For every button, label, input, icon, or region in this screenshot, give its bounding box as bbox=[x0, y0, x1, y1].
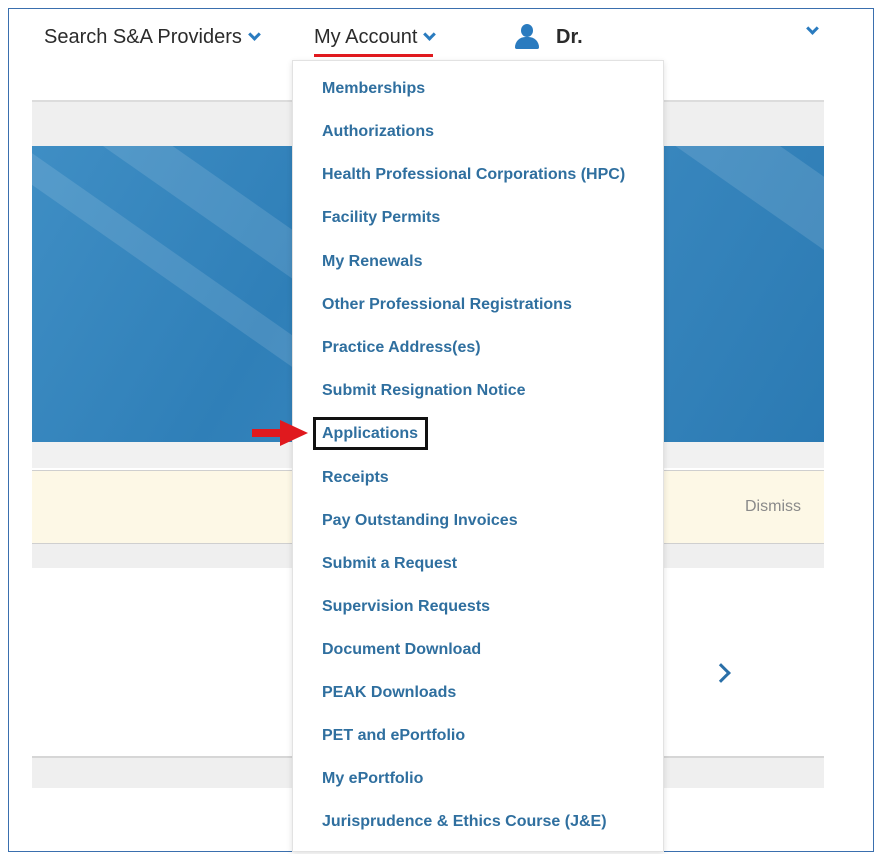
dismiss-link[interactable]: Dismiss bbox=[745, 498, 801, 516]
nav-user-name[interactable]: Dr. bbox=[556, 26, 583, 49]
menu-item-pay-invoices[interactable]: Pay Outstanding Invoices bbox=[322, 512, 518, 530]
menu-item-receipts[interactable]: Receipts bbox=[322, 469, 389, 487]
menu-item-supervision-requests[interactable]: Supervision Requests bbox=[322, 598, 490, 616]
menu-item-submit-request[interactable]: Submit a Request bbox=[322, 555, 457, 573]
menu-item-other-registrations[interactable]: Other Professional Registrations bbox=[322, 296, 572, 314]
menu-item-resignation-notice[interactable]: Submit Resignation Notice bbox=[322, 382, 526, 400]
menu-item-document-download[interactable]: Document Download bbox=[322, 641, 481, 659]
menu-item-pet-eportfolio[interactable]: PET and ePortfolio bbox=[322, 727, 465, 745]
menu-item-authorizations[interactable]: Authorizations bbox=[322, 123, 434, 141]
nav-search-providers[interactable]: Search S&A Providers bbox=[44, 26, 261, 49]
user-name-label: Dr. bbox=[556, 26, 583, 48]
applications-highlight-box bbox=[313, 417, 428, 450]
menu-item-hpc[interactable]: Health Professional Corporations (HPC) bbox=[322, 166, 625, 184]
active-nav-underline bbox=[314, 54, 433, 57]
user-icon[interactable] bbox=[514, 24, 540, 50]
menu-item-jurisprudence-ethics[interactable]: Jurisprudence & Ethics Course (J&E) bbox=[322, 813, 607, 831]
nav-my-account[interactable]: My Account bbox=[314, 26, 437, 49]
chevron-down-icon bbox=[423, 28, 437, 41]
chevron-down-icon bbox=[248, 28, 261, 41]
menu-item-my-eportfolio[interactable]: My ePortfolio bbox=[322, 770, 423, 788]
nav-search-providers-label: Search S&A Providers bbox=[44, 26, 242, 48]
menu-item-memberships[interactable]: Memberships bbox=[322, 80, 425, 98]
menu-item-facility-permits[interactable]: Facility Permits bbox=[322, 209, 440, 227]
red-arrow-annotation bbox=[252, 420, 308, 446]
menu-item-my-renewals[interactable]: My Renewals bbox=[322, 253, 422, 271]
nav-my-account-label: My Account bbox=[314, 26, 418, 48]
menu-item-practice-addresses[interactable]: Practice Address(es) bbox=[322, 339, 481, 357]
my-account-dropdown-menu: Memberships Authorizations Health Profes… bbox=[292, 60, 664, 852]
menu-item-peak-downloads[interactable]: PEAK Downloads bbox=[322, 684, 456, 702]
